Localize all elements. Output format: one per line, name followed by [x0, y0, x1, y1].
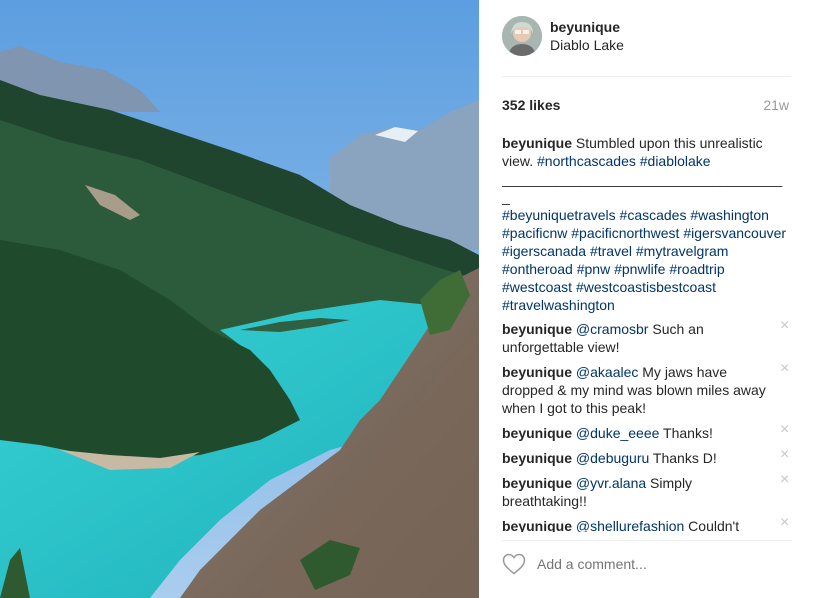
post-time[interactable]: 21w [763, 97, 789, 113]
hashtag[interactable]: #westcoast [502, 279, 572, 295]
close-icon[interactable]: × [780, 472, 792, 488]
comment-item: beyunique @debuguru Thanks D! × [502, 447, 792, 467]
comment-divider [502, 540, 792, 541]
hashtag[interactable]: #diablolake [640, 153, 711, 169]
hashtag[interactable]: #pacificnorthwest [571, 225, 679, 241]
close-icon[interactable]: × [780, 318, 792, 334]
comment-item: beyunique @cramosbr Such an unforgettabl… [502, 318, 792, 356]
comment-username[interactable]: beyunique [502, 475, 572, 491]
caption-separator: ____________________________________ [502, 171, 783, 187]
heart-icon[interactable] [502, 553, 526, 575]
comment-item: beyunique @duke_eeee Thanks! × [502, 422, 792, 442]
comment-mention[interactable]: @cramosbr [576, 321, 649, 337]
comment-item: beyunique @yvr.alana Simply breathtaking… [502, 472, 792, 510]
comments-list[interactable]: beyunique Stumbled upon this unrealistic… [502, 134, 792, 532]
comment-username[interactable]: beyunique [502, 364, 572, 380]
comment-text: Thanks! [659, 425, 713, 441]
likes-row: 352 likes 21w [502, 96, 789, 114]
hashtag[interactable]: #igersvancouver [683, 225, 786, 241]
hashtag[interactable]: #ontheroad [502, 261, 573, 277]
hashtag[interactable]: #washington [690, 207, 769, 223]
post-location[interactable]: Diablo Lake [550, 37, 624, 53]
avatar-image [502, 16, 542, 56]
comment-item: beyunique @akaalec My jaws have dropped … [502, 361, 792, 417]
comment-mention[interactable]: @shellurefashion [576, 518, 684, 532]
hashtag[interactable]: #beyuniquetravels [502, 207, 616, 223]
hashtag[interactable]: #pacificnw [502, 225, 567, 241]
comment-text: Thanks D! [649, 450, 717, 466]
close-icon[interactable]: × [780, 422, 792, 438]
comment-username[interactable]: beyunique [502, 425, 572, 441]
comment-username[interactable]: beyunique [502, 321, 572, 337]
caption-username[interactable]: beyunique [502, 135, 572, 151]
hashtag[interactable]: #travel [590, 243, 632, 259]
likes-count[interactable]: 352 likes [502, 97, 560, 113]
close-icon[interactable]: × [780, 515, 792, 531]
comment-mention[interactable]: @duke_eeee [576, 425, 660, 441]
comment-mention[interactable]: @akaalec [576, 364, 638, 380]
hashtag[interactable]: #igerscanada [502, 243, 586, 259]
post-username[interactable]: beyunique [550, 19, 620, 35]
close-icon[interactable]: × [780, 447, 792, 463]
caption-separator-end: _ [502, 189, 510, 205]
heart-icon-glyph [502, 553, 526, 575]
close-icon[interactable]: × [780, 361, 792, 377]
hashtag[interactable]: #westcoastisbestcoast [576, 279, 716, 295]
comment-username[interactable]: beyunique [502, 518, 572, 532]
hashtag[interactable]: #northcascades [537, 153, 636, 169]
post-header: beyunique Diablo Lake [502, 16, 791, 77]
post-photo[interactable] [0, 0, 479, 598]
post-details-panel: beyunique Diablo Lake 352 likes 21w beyu… [479, 0, 814, 598]
comment-username[interactable]: beyunique [502, 450, 572, 466]
lake-photo-illustration [0, 0, 479, 598]
hashtag[interactable]: #roadtrip [669, 261, 724, 277]
add-comment-input[interactable] [537, 556, 767, 572]
comment-mention[interactable]: @debuguru [576, 450, 649, 466]
avatar[interactable] [502, 16, 542, 56]
hashtag[interactable]: #cascades [620, 207, 687, 223]
post-modal: beyunique Diablo Lake 352 likes 21w beyu… [0, 0, 814, 598]
comment-mention[interactable]: @yvr.alana [576, 475, 646, 491]
hashtag[interactable]: #pnwlife [614, 261, 665, 277]
hashtag[interactable]: #travelwashington [502, 297, 615, 313]
hashtag[interactable]: #pnw [577, 261, 610, 277]
comment-text: Couldn't [684, 518, 740, 532]
post-caption: beyunique Stumbled upon this unrealistic… [502, 134, 792, 314]
hashtag[interactable]: #mytravelgram [636, 243, 729, 259]
comment-item: beyunique @shellurefashion Couldn't × [502, 515, 792, 533]
